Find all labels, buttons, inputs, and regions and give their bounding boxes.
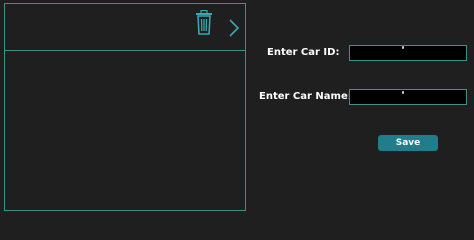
save-button[interactable]: Save [378,135,438,151]
car-list[interactable] [5,51,245,210]
app-window: Enter Car ID: Enter Car Name: Save [0,0,474,214]
text-cursor [402,91,404,94]
car-name-label: Enter Car Name: [259,91,352,102]
car-id-label: Enter Car ID: [267,47,340,58]
car-id-input[interactable] [349,45,467,61]
panel-toolbar [5,4,245,51]
delete-button[interactable] [195,9,213,36]
trash-icon [196,9,212,35]
chevron-right-icon [229,19,240,37]
car-name-input[interactable] [349,89,467,105]
car-list-panel [4,3,246,211]
text-cursor [402,46,404,49]
next-button[interactable] [228,18,240,38]
